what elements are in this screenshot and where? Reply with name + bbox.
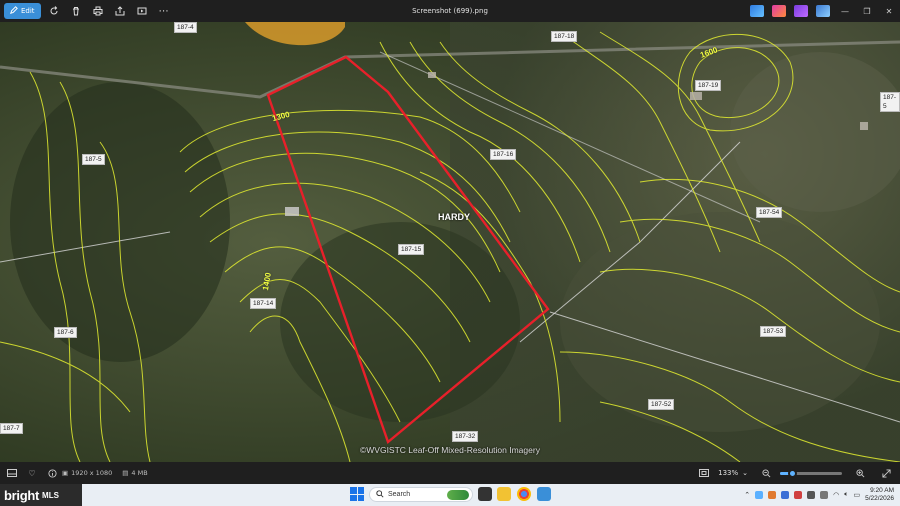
clock-time: 9:20 AM xyxy=(870,487,894,494)
parcel-label: 187-14 xyxy=(250,298,277,309)
zoom-level-dropdown[interactable]: 133% ⌄ xyxy=(718,469,748,477)
parcel-label: 187-5 xyxy=(82,154,105,165)
zoom-controls: 133% ⌄ xyxy=(692,462,894,484)
bright-mls-watermark: bright MLS xyxy=(0,484,82,506)
app-tray-icon[interactable] xyxy=(768,491,777,499)
security-tray-icon[interactable] xyxy=(794,491,803,499)
zoom-in-icon[interactable] xyxy=(852,466,868,480)
chevron-down-icon: ⌄ xyxy=(742,469,748,477)
fullscreen-icon[interactable] xyxy=(878,466,894,480)
file-explorer-icon[interactable] xyxy=(497,487,511,501)
more-icon[interactable]: ⋯ xyxy=(155,3,173,19)
system-tray: ⌃ ◠ 🔈︎ ▭ 9:20 AM 5/22/2026 xyxy=(744,484,894,506)
zoom-slider-thumb[interactable] xyxy=(788,468,798,478)
close-icon[interactable]: ✕ xyxy=(878,0,900,22)
parcel-label: 187-32 xyxy=(452,431,479,442)
slideshow-icon[interactable] xyxy=(133,3,151,19)
volume-icon[interactable]: 🔈︎ xyxy=(844,491,848,499)
dimensions-info: ▣ 1920 x 1080 xyxy=(62,469,112,477)
rotate-icon[interactable] xyxy=(45,3,63,19)
brand-suffix: MLS xyxy=(42,490,59,500)
maximize-icon[interactable]: ❐ xyxy=(856,0,878,22)
photos-taskbar-icon[interactable] xyxy=(537,487,551,501)
chrome-icon[interactable] xyxy=(517,487,531,501)
dimensions-icon: ▣ xyxy=(62,469,69,477)
owner-label: HARDY xyxy=(438,212,471,222)
aerial-map-image: 1600 1300 1400 187-18 187-19 187-5 187-1… xyxy=(0,22,900,462)
chevron-up-icon[interactable]: ⌃ xyxy=(744,491,750,499)
edit-label: Edit xyxy=(21,7,35,15)
fit-to-window-icon[interactable] xyxy=(696,466,712,480)
zoom-slider[interactable] xyxy=(780,468,842,478)
favorite-icon[interactable]: ♡ xyxy=(24,466,40,480)
monitor-tray-icon[interactable] xyxy=(820,491,829,499)
share-icon[interactable] xyxy=(111,3,129,19)
cloud-tray-icon[interactable] xyxy=(781,491,790,499)
paint-app-icon[interactable] xyxy=(772,5,786,17)
print-icon[interactable] xyxy=(89,3,107,19)
imagery-credit: ©WVGISTC Leaf-Off Mixed-Resolution Image… xyxy=(360,445,540,455)
status-bar: ♡ ▣ 1920 x 1080 ▤ 4 MB 133% ⌄ xyxy=(0,462,900,484)
clock[interactable]: 9:20 AM 5/22/2026 xyxy=(865,487,894,503)
parcel-label: 187-52 xyxy=(648,399,675,410)
bluetooth-icon[interactable] xyxy=(755,491,764,499)
brand-name: bright xyxy=(4,487,40,503)
parcel-label: 187-4 xyxy=(174,22,197,33)
parcel-label: 187-53 xyxy=(760,326,787,337)
info-icon[interactable] xyxy=(44,466,60,480)
photos-app-window: Edit ⋯ Screenshot (699).png — ❐ ✕ 1600 1… xyxy=(0,0,900,506)
task-view-icon[interactable] xyxy=(478,487,492,501)
top-toolbar: Edit ⋯ Screenshot (699).png — ❐ ✕ xyxy=(0,0,900,22)
display-tray-icon[interactable] xyxy=(807,491,816,499)
search-icon xyxy=(376,489,384,500)
dimensions-text: 1920 x 1080 xyxy=(71,469,113,477)
delete-icon[interactable] xyxy=(67,3,85,19)
parcel-label: 187-54 xyxy=(756,207,783,218)
zoom-out-icon[interactable] xyxy=(758,466,774,480)
taskbar-search[interactable]: Search xyxy=(369,487,473,502)
parcel-label: 187-6 xyxy=(54,327,77,338)
battery-icon[interactable]: ▭ xyxy=(853,491,860,499)
edit-button[interactable]: Edit xyxy=(4,3,41,19)
map-graphics xyxy=(0,22,900,462)
wifi-icon[interactable]: ◠ xyxy=(833,491,839,499)
parcel-label: 187-5 xyxy=(880,92,900,112)
zoom-level-text: 133% xyxy=(718,469,739,477)
size-info: ▤ 4 MB xyxy=(122,469,147,477)
parcel-label: 187-16 xyxy=(490,149,517,160)
designer-app-icon[interactable] xyxy=(750,5,764,17)
search-placeholder: Search xyxy=(388,491,411,498)
clipchamp-app-icon[interactable] xyxy=(794,5,808,17)
parcel-label: 187-18 xyxy=(551,31,578,42)
search-highlight-icon xyxy=(447,489,469,500)
file-size-icon: ▤ xyxy=(122,469,129,477)
filmstrip-icon[interactable] xyxy=(4,466,20,480)
start-button[interactable] xyxy=(350,487,364,501)
onedrive-app-icon[interactable] xyxy=(816,5,830,17)
parcel-label: 187-15 xyxy=(398,244,425,255)
parcel-label: 187-7 xyxy=(0,423,23,434)
minimize-icon[interactable]: — xyxy=(834,0,856,22)
parcel-label: 187-19 xyxy=(695,80,722,91)
edit-icon xyxy=(10,6,18,16)
toolbar-right: — ❐ ✕ xyxy=(746,0,900,22)
clock-date: 5/22/2026 xyxy=(865,495,894,502)
file-size-text: 4 MB xyxy=(131,469,148,477)
